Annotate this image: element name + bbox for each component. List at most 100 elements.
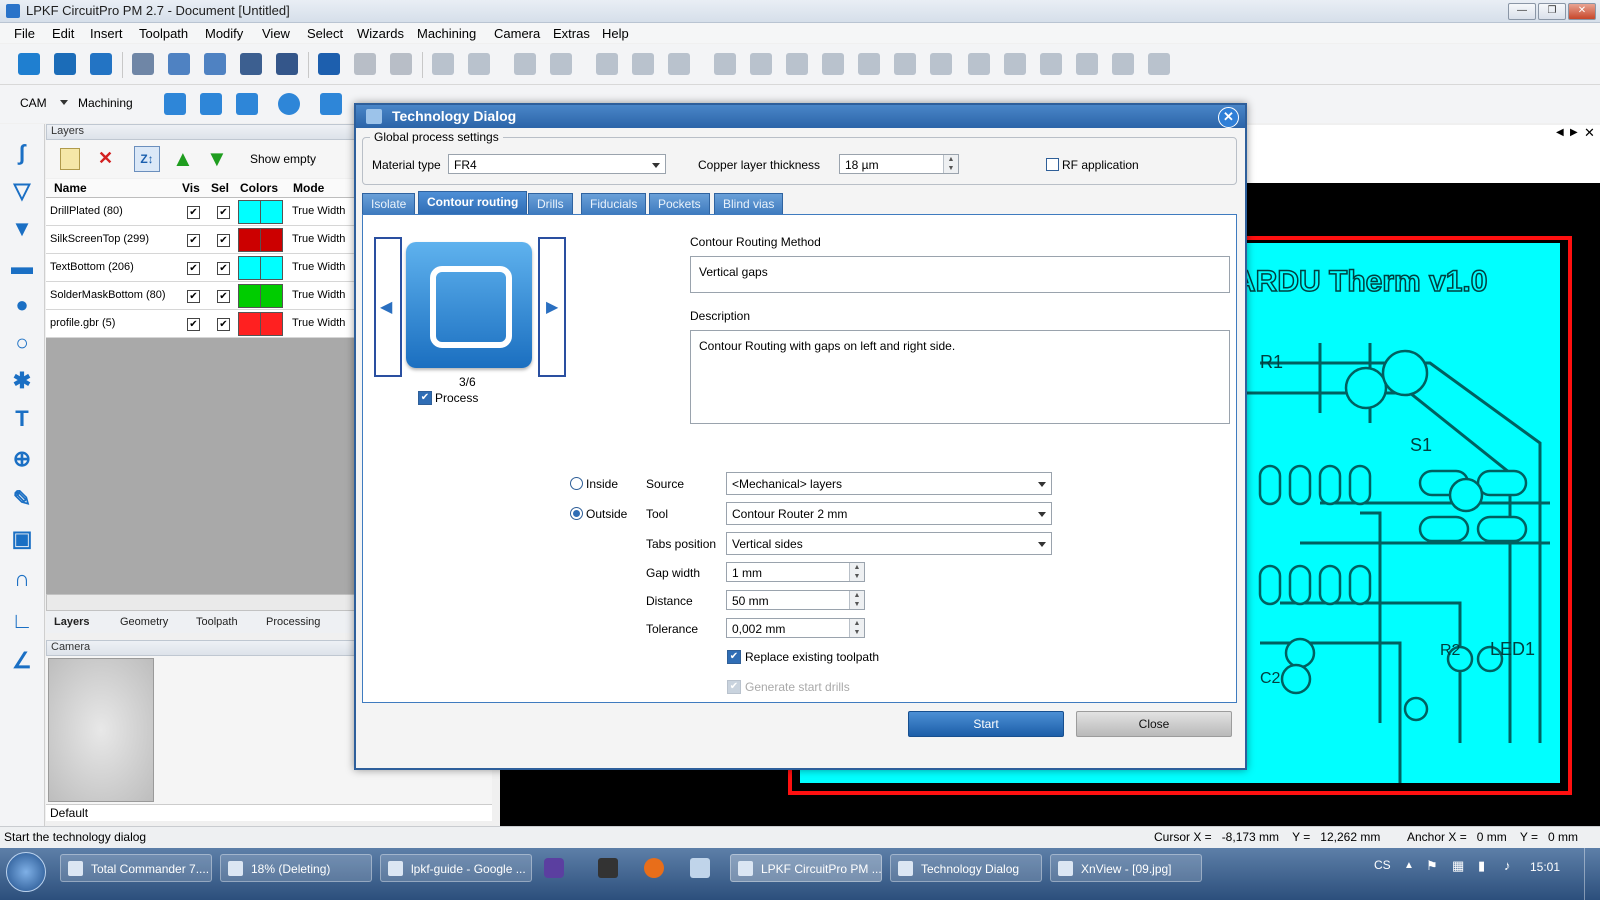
lock-icon[interactable]: [930, 53, 952, 75]
menu-help[interactable]: Help: [602, 26, 629, 41]
filled-polygon-icon[interactable]: ▼: [9, 216, 35, 242]
color-swatch[interactable]: [238, 228, 261, 252]
tab-layers[interactable]: Layers: [54, 616, 89, 628]
generate-start-drills-checkbox[interactable]: ✔: [727, 680, 741, 694]
print-icon[interactable]: [276, 53, 298, 75]
start-button[interactable]: Start: [908, 711, 1064, 737]
point-icon[interactable]: [1148, 53, 1170, 75]
spinner-icon[interactable]: ▲ ▼: [943, 155, 958, 173]
taskbar-app-icon[interactable]: [690, 858, 710, 878]
source-select[interactable]: <Mechanical> layers: [726, 472, 1052, 495]
menu-select[interactable]: Select: [307, 26, 343, 41]
fiducial-tool-icon[interactable]: ⊕: [9, 446, 35, 472]
col-mode[interactable]: Mode: [293, 181, 324, 195]
layer-mode[interactable]: True Width: [292, 289, 345, 301]
taskbar-app-icon[interactable]: [598, 858, 618, 878]
close-view-icon[interactable]: ✕: [1584, 125, 1595, 141]
tool-icon-4[interactable]: [550, 53, 572, 75]
firefox-icon[interactable]: [644, 858, 664, 878]
vis-checkbox[interactable]: ✔: [187, 206, 200, 219]
freehand-icon[interactable]: ∫: [9, 140, 35, 166]
color-swatch[interactable]: [260, 312, 283, 336]
table-row[interactable]: TextBottom (206) ✔ ✔ True Width: [46, 254, 354, 282]
distance-icon[interactable]: [1076, 53, 1098, 75]
vis-checkbox[interactable]: ✔: [187, 318, 200, 331]
menu-file[interactable]: File: [14, 26, 35, 41]
taskbar-item-chrome[interactable]: lpkf-guide - Google ...: [380, 854, 532, 882]
vis-checkbox[interactable]: ✔: [187, 262, 200, 275]
layer-mode[interactable]: True Width: [292, 205, 345, 217]
delete-layer-icon[interactable]: ✕: [98, 148, 113, 169]
spinner-icon[interactable]: ▲ ▼: [849, 619, 864, 637]
next-method-button[interactable]: ▶: [538, 237, 566, 377]
taskbar-item-circuitpro[interactable]: LPKF CircuitPro PM ...: [730, 854, 882, 882]
tab-processing[interactable]: Processing: [266, 616, 320, 628]
redo-icon[interactable]: [354, 53, 376, 75]
tolerance-input[interactable]: 0,002 mm ▲ ▼: [726, 618, 865, 638]
menu-edit[interactable]: Edit: [52, 26, 74, 41]
color-swatch[interactable]: [260, 284, 283, 308]
table-row[interactable]: profile.gbr (5) ✔ ✔ True Width: [46, 310, 354, 338]
angle-45-icon[interactable]: ∠: [9, 648, 35, 674]
angle-90-icon[interactable]: ∟: [9, 608, 35, 634]
export-icon[interactable]: [200, 93, 222, 115]
dimension-icon[interactable]: [1040, 53, 1062, 75]
taskbar-app-icon[interactable]: [544, 858, 564, 878]
new-layer-icon[interactable]: [60, 148, 80, 170]
tab-toolpath[interactable]: Toolpath: [196, 616, 238, 628]
save-icon[interactable]: [90, 53, 112, 75]
sel-checkbox[interactable]: ✔: [217, 206, 230, 219]
rotate-left-icon[interactable]: [750, 53, 772, 75]
maximize-button[interactable]: ❐: [1538, 3, 1566, 20]
camera-tool-icon[interactable]: ▣: [9, 526, 35, 552]
layers-horizontal-scrollbar[interactable]: [46, 594, 356, 611]
tab-pockets[interactable]: Pockets: [649, 193, 710, 214]
next-view-icon[interactable]: ▶: [1570, 127, 1578, 138]
process-checkbox[interactable]: ✔: [418, 391, 432, 405]
mirror-v-icon[interactable]: [894, 53, 916, 75]
paste-icon[interactable]: [204, 53, 226, 75]
cam-dropdown-arrow-icon[interactable]: [60, 100, 68, 105]
color-swatch[interactable]: [260, 200, 283, 224]
menu-view[interactable]: View: [262, 26, 290, 41]
rotate-icon[interactable]: [822, 53, 844, 75]
text-icon[interactable]: T: [9, 406, 35, 432]
color-swatch[interactable]: [238, 256, 261, 280]
replace-toolpath-checkbox[interactable]: ✔: [727, 650, 741, 664]
open-folder-icon[interactable]: [54, 53, 76, 75]
close-window-button[interactable]: ✕: [1568, 3, 1596, 20]
tab-geometry[interactable]: Geometry: [120, 616, 168, 628]
inside-radio[interactable]: [570, 477, 583, 490]
contour-method-image[interactable]: [406, 242, 532, 368]
tab-fiducials[interactable]: Fiducials: [581, 193, 647, 214]
tab-contour-routing[interactable]: Contour routing: [418, 191, 528, 214]
menu-toolpath[interactable]: Toolpath: [139, 26, 188, 41]
vis-checkbox[interactable]: ✔: [187, 290, 200, 303]
distance-input[interactable]: 50 mm ▲ ▼: [726, 590, 865, 610]
tabs-position-select[interactable]: Vertical sides: [726, 532, 1052, 555]
sel-checkbox[interactable]: ✔: [217, 234, 230, 247]
layer-mode[interactable]: True Width: [292, 261, 345, 273]
flag-icon[interactable]: ⚑: [1426, 858, 1438, 874]
show-empty-toggle[interactable]: Show empty: [250, 152, 316, 166]
clock[interactable]: 15:01: [1530, 860, 1560, 874]
circle-icon[interactable]: ○: [9, 330, 35, 356]
move-up-icon[interactable]: ▲: [172, 146, 194, 172]
minimize-button[interactable]: —: [1508, 3, 1536, 20]
polygon-icon[interactable]: ▽: [9, 178, 35, 204]
color-swatch[interactable]: [238, 284, 261, 308]
menu-wizards[interactable]: Wizards: [357, 26, 404, 41]
taskbar-item-deleting[interactable]: 18% (Deleting): [220, 854, 372, 882]
network-icon[interactable]: ▦: [1452, 858, 1464, 874]
menu-extras[interactable]: Extras: [553, 26, 590, 41]
tab-drills[interactable]: Drills: [528, 193, 573, 214]
delete-icon[interactable]: [390, 53, 412, 75]
col-name[interactable]: Name: [54, 181, 87, 195]
sel-checkbox[interactable]: ✔: [217, 262, 230, 275]
undo-icon[interactable]: [318, 53, 340, 75]
signal-icon[interactable]: ▮: [1478, 858, 1485, 874]
fill-icon[interactable]: [714, 53, 736, 75]
show-desktop-button[interactable]: [1584, 848, 1600, 900]
gap-width-input[interactable]: 1 mm ▲ ▼: [726, 562, 865, 582]
start-orb-icon[interactable]: [6, 852, 46, 892]
